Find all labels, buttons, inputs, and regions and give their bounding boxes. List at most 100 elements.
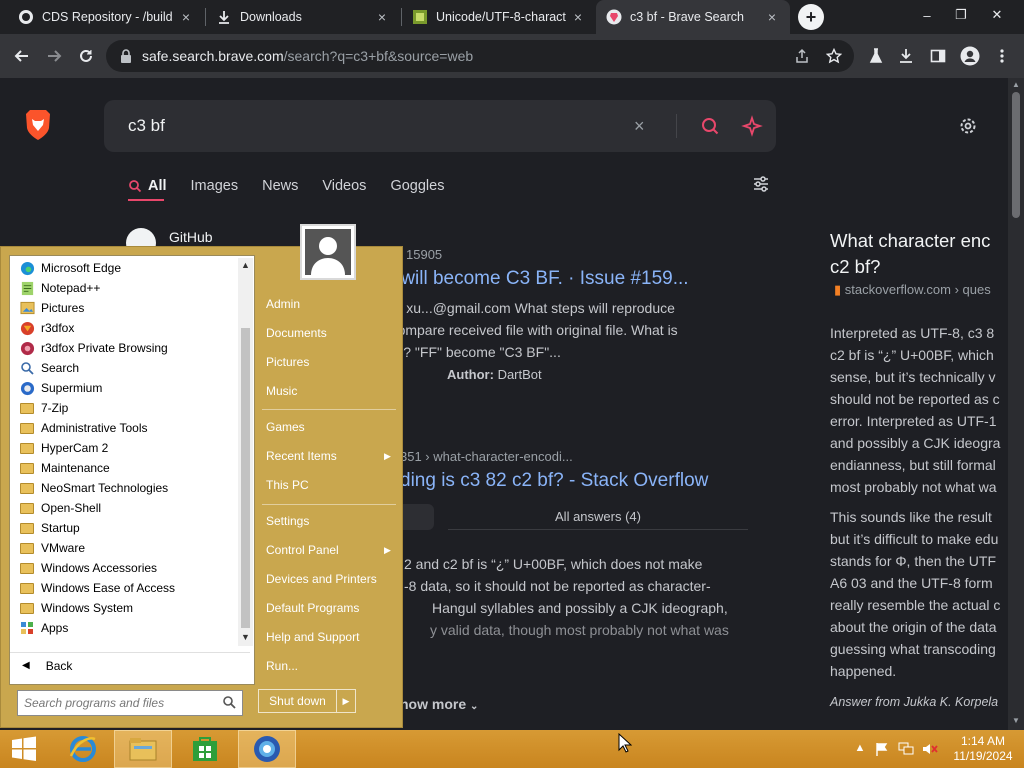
start-item-devices-printers[interactable]: Devices and Printers <box>266 572 377 586</box>
start-item-pictures[interactable]: Pictures <box>266 355 309 369</box>
scrollbar-thumb[interactable] <box>241 328 250 628</box>
page-scrollbar[interactable]: ▲ ▼ <box>1008 78 1024 730</box>
start-item-settings[interactable]: Settings <box>266 514 309 528</box>
program-folder-vmware[interactable]: VMware <box>10 538 238 558</box>
search-input[interactable]: c3 bf <box>128 116 165 136</box>
new-tab-button[interactable]: + <box>798 4 824 30</box>
start-item-help-support[interactable]: Help and Support <box>266 630 359 644</box>
tab-all[interactable]: All <box>128 178 167 194</box>
program-folder-startup[interactable]: Startup <box>10 518 238 538</box>
start-item-admin[interactable]: Admin <box>266 297 300 311</box>
program-folder-windows-system[interactable]: Windows System <box>10 598 238 618</box>
close-icon[interactable]: × <box>178 9 194 25</box>
program-apps[interactable]: Apps <box>10 618 238 638</box>
back-button[interactable]: ◀ Back <box>10 652 250 678</box>
program-supermium[interactable]: Supermium <box>10 378 238 398</box>
result-title-link[interactable]: 255) will become C3 BF. · Issue #159... <box>358 268 689 290</box>
start-button[interactable] <box>0 730 48 768</box>
result-title-link[interactable]: ding is c3 82 c2 bf? - Stack Overflow <box>400 470 708 492</box>
store-icon[interactable] <box>176 730 234 768</box>
answer-title[interactable]: What character enc c2 bf? <box>830 228 1008 280</box>
program-folder-open-shell[interactable]: Open-Shell <box>10 498 238 518</box>
show-more-button[interactable]: how more ⌄ <box>400 696 478 712</box>
shutdown-button[interactable]: Shut down <box>259 690 337 712</box>
internet-explorer-icon[interactable] <box>54 730 112 768</box>
lock-icon[interactable] <box>120 49 136 63</box>
shutdown-options-arrow-icon[interactable]: ▶ <box>337 690 355 712</box>
start-item-recent-items[interactable]: Recent Items <box>266 449 337 463</box>
start-item-this-pc[interactable]: This PC <box>266 478 309 492</box>
address-bar[interactable]: safe.search.brave.com/search?q=c3+bf&sou… <box>106 40 854 72</box>
bookmark-star-icon[interactable] <box>824 46 844 66</box>
action-center-flag-icon[interactable] <box>874 742 890 756</box>
maximize-button[interactable]: ❐ <box>944 0 978 30</box>
side-panel-icon[interactable] <box>924 42 952 70</box>
start-item-control-panel[interactable]: Control Panel <box>266 543 339 557</box>
answer-tab-all[interactable]: All answers (4) <box>448 504 748 530</box>
tab-downloads[interactable]: Downloads × <box>206 0 400 34</box>
answer-source[interactable]: ▮ stackoverflow.com › ques <box>834 282 991 298</box>
tab-images[interactable]: Images <box>191 178 239 194</box>
start-item-run[interactable]: Run... <box>266 659 298 673</box>
start-item-default-programs[interactable]: Default Programs <box>266 601 359 615</box>
ai-sparkle-icon[interactable] <box>740 114 764 138</box>
program-r3dfox[interactable]: r3dfox <box>10 318 238 338</box>
labs-flask-icon[interactable] <box>862 42 890 70</box>
forward-icon[interactable] <box>40 42 68 70</box>
search-box[interactable]: c3 bf × <box>104 100 776 152</box>
close-window-button[interactable]: ✕ <box>980 0 1014 30</box>
start-item-games[interactable]: Games <box>266 420 305 434</box>
back-icon[interactable] <box>8 42 36 70</box>
program-folder-ease-of-access[interactable]: Windows Ease of Access <box>10 578 238 598</box>
profile-avatar-icon[interactable] <box>956 42 984 70</box>
download-icon[interactable] <box>892 42 920 70</box>
program-folder-accessories[interactable]: Windows Accessories <box>10 558 238 578</box>
reload-icon[interactable] <box>72 42 100 70</box>
filter-sliders-icon[interactable] <box>752 175 770 193</box>
tab-title: CDS Repository - /build <box>42 10 173 24</box>
close-icon[interactable]: × <box>570 9 586 25</box>
program-folder-admin-tools[interactable]: Administrative Tools <box>10 418 238 438</box>
tab-videos[interactable]: Videos <box>322 178 366 194</box>
search-icon[interactable] <box>698 114 722 138</box>
user-picture-avatar[interactable] <box>300 224 356 280</box>
program-notepadpp[interactable]: Notepad++ <box>10 278 238 298</box>
volume-muted-icon[interactable] <box>922 742 938 756</box>
tab-cds-repository[interactable]: CDS Repository - /build × <box>8 0 204 34</box>
taskbar-clock[interactable]: 1:14 AM 11/19/2024 <box>948 734 1018 764</box>
show-hidden-icons-icon[interactable]: ▲ <box>852 742 868 756</box>
program-folder-hypercam[interactable]: HyperCam 2 <box>10 438 238 458</box>
start-search-input[interactable]: Search programs and files <box>17 690 243 716</box>
start-item-documents[interactable]: Documents <box>266 326 327 340</box>
network-icon[interactable] <box>898 742 914 756</box>
close-icon[interactable]: × <box>374 9 390 25</box>
scrollbar-thumb[interactable] <box>1012 92 1020 218</box>
tab-unicode[interactable]: Unicode/UTF-8-charact × <box>402 0 596 34</box>
share-icon[interactable] <box>792 46 812 66</box>
notepadpp-icon <box>19 280 35 296</box>
file-explorer-icon[interactable] <box>114 730 172 768</box>
program-list-scrollbar[interactable]: ▲ ▼ <box>238 258 253 646</box>
result-url[interactable]: 351 › what-character-encodi... <box>400 449 573 464</box>
tab-brave-search[interactable]: c3 bf - Brave Search × <box>596 0 790 34</box>
start-item-music[interactable]: Music <box>266 384 297 398</box>
supermium-icon[interactable] <box>238 730 296 768</box>
gear-icon[interactable] <box>958 116 978 136</box>
program-r3dfox-private[interactable]: r3dfox Private Browsing <box>10 338 238 358</box>
program-microsoft-edge[interactable]: Microsoft Edge <box>10 258 238 278</box>
kebab-menu-icon[interactable] <box>988 42 1016 70</box>
tab-goggles[interactable]: Goggles <box>390 178 444 194</box>
program-folder-7zip[interactable]: 7-Zip <box>10 398 238 418</box>
brave-lion-logo-icon[interactable] <box>22 108 54 142</box>
start-menu: Microsoft Edge Notepad++ Pictures r3dfox… <box>0 246 403 728</box>
program-folder-maintenance[interactable]: Maintenance <box>10 458 238 478</box>
program-search[interactable]: Search <box>10 358 238 378</box>
tab-news[interactable]: News <box>262 178 298 194</box>
program-pictures[interactable]: Pictures <box>10 298 238 318</box>
windows-logo-icon <box>12 736 36 761</box>
result-url[interactable]: 15905 <box>406 247 442 262</box>
clear-search-icon[interactable]: × <box>634 116 645 137</box>
program-folder-neosmart[interactable]: NeoSmart Technologies <box>10 478 238 498</box>
close-icon[interactable]: × <box>764 9 780 25</box>
minimize-button[interactable]: – <box>910 0 944 30</box>
